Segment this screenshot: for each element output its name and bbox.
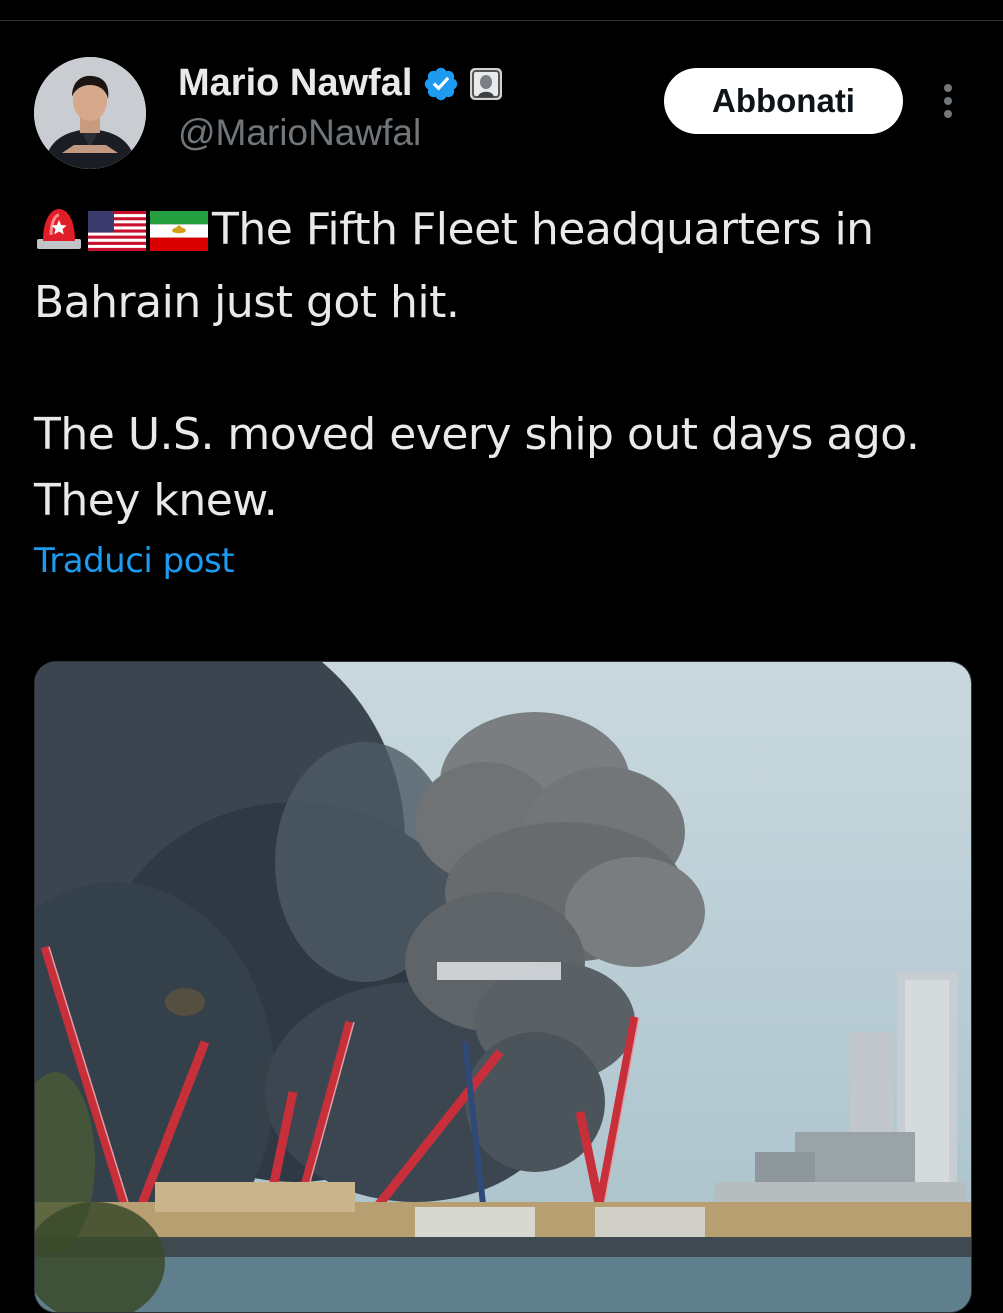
- author-display-name[interactable]: Mario Nawfal: [178, 62, 412, 105]
- author-name-row: Mario Nawfal: [178, 62, 503, 105]
- subscribe-button[interactable]: Abbonati: [664, 68, 903, 134]
- post-text: The Fifth Fleet headquarters in Bahrain …: [34, 197, 974, 534]
- iran-flag-emoji: [150, 204, 208, 270]
- more-vertical-icon[interactable]: [930, 80, 966, 124]
- post-paragraph-1: The Fifth Fleet headquarters in Bahrain …: [34, 197, 974, 336]
- translate-post-link[interactable]: Traduci post: [34, 541, 235, 581]
- post-media-image[interactable]: [34, 661, 972, 1313]
- top-divider: [0, 20, 1003, 21]
- post-text-line-2: The U.S. moved every ship out days ago. …: [34, 409, 920, 526]
- verified-badge-icon[interactable]: [422, 65, 460, 103]
- profile-badge-icon[interactable]: [470, 67, 503, 100]
- author-handle[interactable]: @MarioNawfal: [178, 112, 421, 154]
- us-flag-emoji: [88, 204, 146, 270]
- avatar[interactable]: [34, 57, 146, 169]
- rotating-light-emoji: [34, 204, 84, 270]
